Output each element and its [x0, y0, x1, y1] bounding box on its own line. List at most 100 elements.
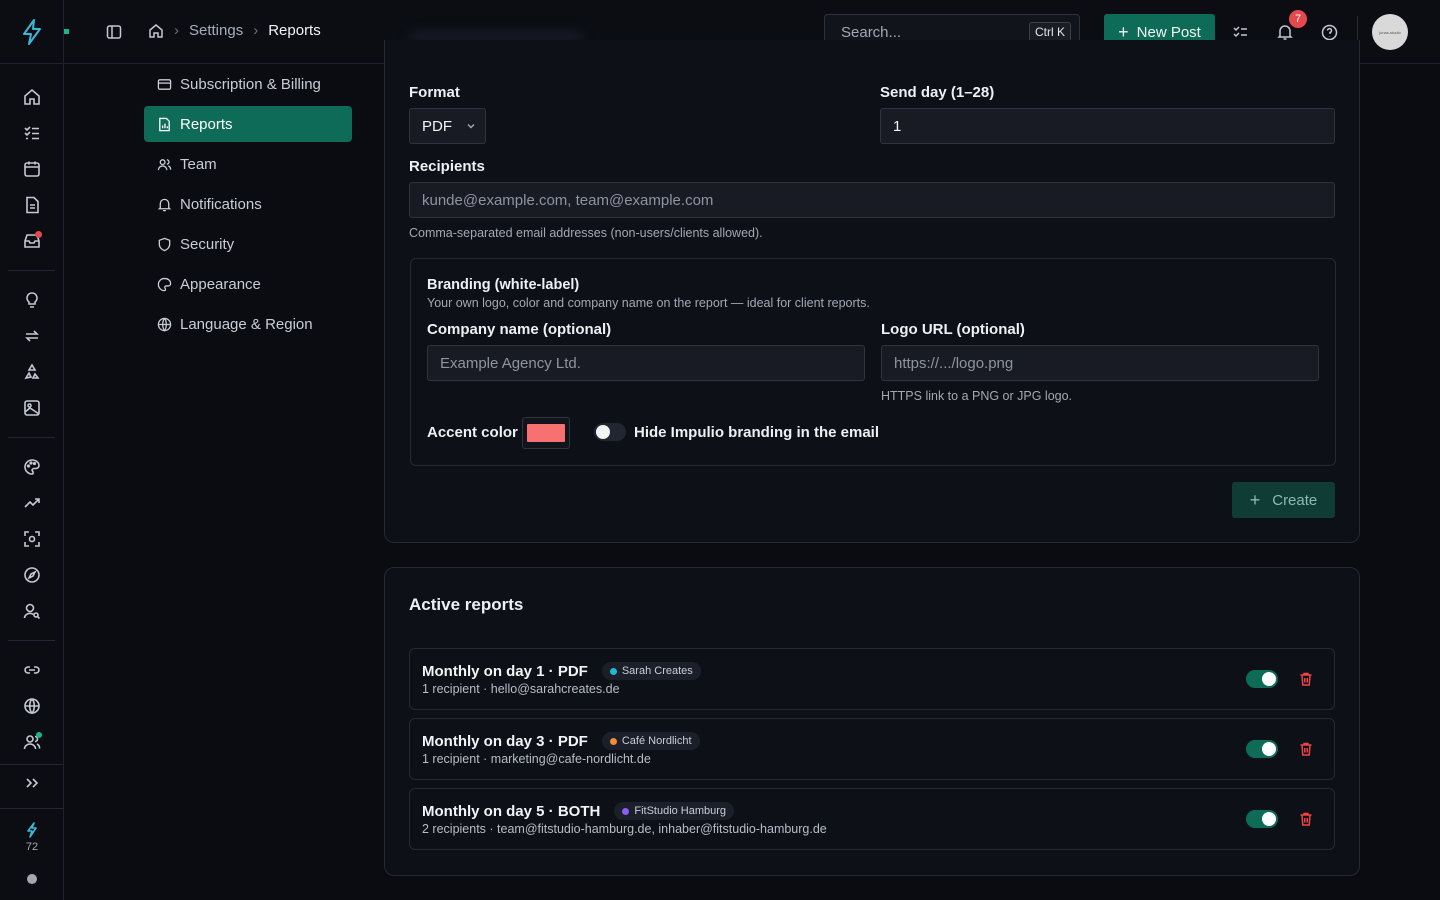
team-online-dot [36, 732, 42, 738]
new-report-card: Format PDF Send day (1–28) 1 Recipients … [384, 40, 1360, 543]
branding-title: Branding (white-label) [427, 277, 580, 293]
home-icon[interactable] [20, 85, 44, 109]
recipients-input[interactable]: kunde@example.com, team@example.com [409, 182, 1335, 218]
inbox-unread-dot [35, 231, 42, 238]
plus-icon: + [1118, 22, 1129, 42]
recipients-placeholder: kunde@example.com, team@example.com [422, 191, 714, 209]
shield-icon [156, 236, 172, 252]
scan-face-icon[interactable] [20, 527, 44, 551]
image-icon[interactable] [20, 396, 44, 420]
settings-nav-label: Subscription & Billing [180, 75, 321, 93]
recycle-icon[interactable] [20, 360, 44, 384]
report-row: Monthly on day 5 · BOTH FitStudio Hambur… [409, 788, 1335, 850]
create-label: Create [1272, 491, 1318, 509]
settings-nav-item[interactable]: Security [144, 226, 352, 262]
client-chip: FitStudio Hamburg [614, 802, 735, 820]
toggle-sidebar-icon[interactable] [104, 22, 124, 42]
logo-url-placeholder: https://.../logo.png [894, 354, 1014, 372]
company-name-input[interactable]: Example Agency Ltd. [427, 345, 865, 381]
search-placeholder: Search... [841, 23, 902, 41]
send-day-input[interactable]: 1 [880, 108, 1335, 144]
format-select[interactable]: PDF [409, 108, 486, 144]
logo-url-label: Logo URL (optional) [881, 321, 1025, 338]
report-subtitle: 1 recipient · hello@sarahcreates.de [422, 682, 620, 696]
tasks-icon[interactable] [1231, 22, 1251, 42]
chevron-right-icon: › [253, 22, 259, 39]
report-title: Monthly on day 3 · PDF [422, 732, 588, 750]
company-name-label: Company name (optional) [427, 321, 612, 338]
expand-sidebar-icon[interactable] [20, 771, 44, 795]
status-dot[interactable] [27, 874, 37, 884]
settings-nav-item[interactable]: Team [144, 146, 352, 182]
chevron-right-icon: › [174, 22, 179, 39]
globe-icon [156, 316, 172, 332]
accent-color-swatch [527, 424, 565, 442]
report-enabled-toggle[interactable] [1246, 670, 1278, 688]
client-name: Café Nordlicht [621, 735, 692, 747]
create-button[interactable]: + Create [1232, 482, 1335, 518]
settings-nav-item[interactable]: Notifications [144, 186, 352, 222]
logo-url-help: HTTPS link to a PNG or JPG logo. [881, 389, 1073, 403]
checklist-icon[interactable] [20, 121, 44, 145]
plus-icon: + [1249, 490, 1261, 510]
report-title: Monthly on day 1 · PDF [422, 662, 588, 680]
rail-separator [8, 437, 55, 438]
toggle-knob [1262, 672, 1276, 686]
hide-branding-label: Hide Impulio branding in the email [634, 424, 880, 441]
credit-card-icon [156, 76, 172, 92]
globe-icon[interactable] [20, 694, 44, 718]
settings-nav: Subscription & Billing Reports Team Noti… [144, 66, 352, 346]
send-day-label: Send day (1–28) [880, 84, 995, 101]
palette-icon [156, 276, 172, 292]
document-icon[interactable] [20, 193, 44, 217]
trending-up-icon[interactable] [20, 491, 44, 515]
chevron-down-icon [466, 121, 476, 131]
logo-url-input[interactable]: https://.../logo.png [881, 345, 1319, 381]
trash-icon[interactable] [1298, 671, 1314, 687]
home-icon[interactable] [148, 23, 164, 39]
client-color-dot [609, 737, 617, 745]
send-day-value: 1 [893, 117, 902, 135]
file-chart-icon [156, 116, 172, 132]
users-icon [156, 156, 172, 172]
new-post-label: New Post [1136, 23, 1201, 41]
settings-nav-item[interactable]: Language & Region [144, 306, 352, 342]
user-search-icon[interactable] [20, 599, 44, 623]
branding-subtitle: Your own logo, color and company name on… [427, 296, 870, 310]
compass-icon[interactable] [20, 563, 44, 587]
settings-nav-label: Language & Region [180, 315, 313, 333]
hide-branding-toggle[interactable] [594, 423, 626, 441]
rail-separator [0, 808, 64, 809]
settings-nav-item[interactable]: Appearance [144, 266, 352, 302]
accent-color-label: Accent color [427, 424, 518, 441]
trash-icon[interactable] [1298, 741, 1314, 757]
report-enabled-toggle[interactable] [1246, 740, 1278, 758]
link-icon[interactable] [20, 658, 44, 682]
lightbulb-icon[interactable] [20, 288, 44, 312]
trash-icon[interactable] [1298, 811, 1314, 827]
app-logo[interactable] [0, 0, 63, 64]
calendar-icon[interactable] [20, 157, 44, 181]
client-color-dot [609, 667, 617, 675]
client-name: FitStudio Hamburg [634, 805, 727, 817]
report-title: Monthly on day 5 · BOTH [422, 802, 601, 820]
palette-icon[interactable] [20, 455, 44, 479]
report-subtitle: 2 recipients · team@fitstudio-hamburg.de… [422, 822, 827, 836]
rail-separator [8, 270, 55, 271]
client-name: Sarah Creates [621, 665, 693, 677]
settings-nav-item-active[interactable]: Reports [144, 106, 352, 142]
repeat-icon[interactable] [20, 324, 44, 348]
accent-color-picker[interactable] [522, 417, 570, 449]
app-rail: 72 [0, 0, 64, 900]
recipients-label: Recipients [409, 158, 485, 175]
report-enabled-toggle[interactable] [1246, 810, 1278, 828]
bolt-logo-icon [22, 18, 41, 45]
company-name-placeholder: Example Agency Ltd. [440, 354, 581, 372]
avatar[interactable]: jonas-studio [1372, 14, 1408, 50]
notification-live-dot [64, 29, 69, 34]
settings-nav-label: Security [180, 235, 235, 253]
report-row: Monthly on day 1 · PDF Sarah Creates 1 r… [409, 648, 1335, 710]
breadcrumb-settings[interactable]: Settings [189, 22, 243, 39]
settings-nav-item[interactable]: Subscription & Billing [144, 66, 352, 102]
help-icon[interactable] [1319, 22, 1339, 42]
